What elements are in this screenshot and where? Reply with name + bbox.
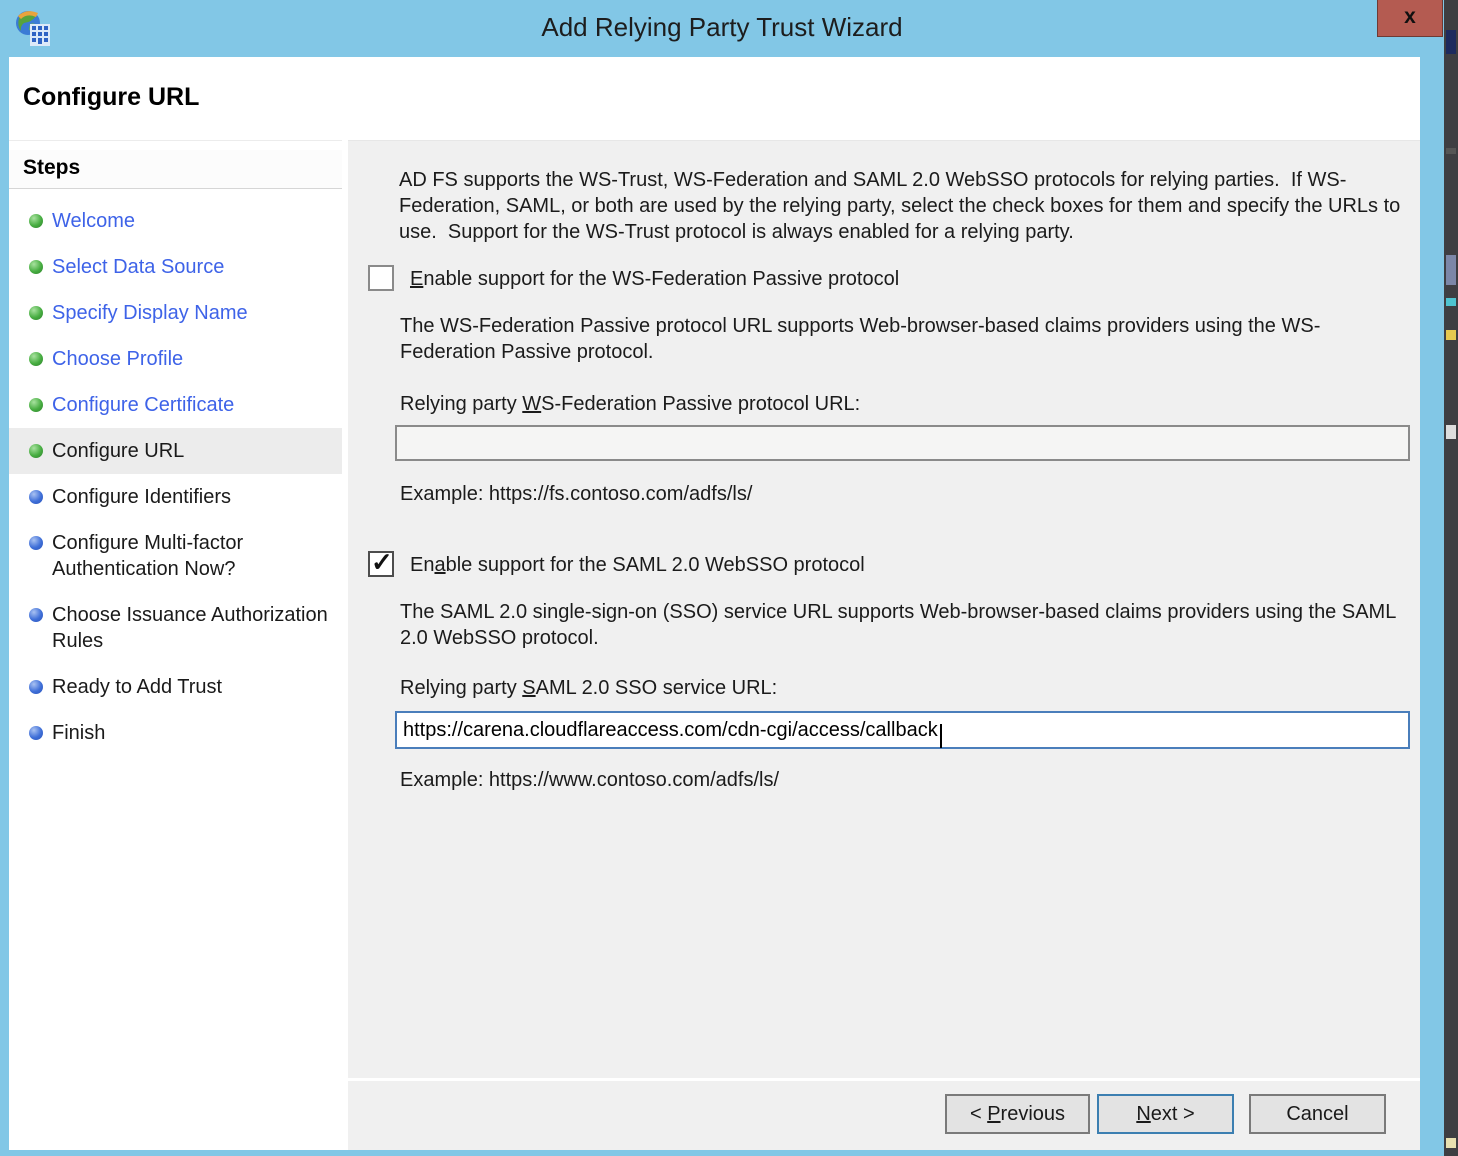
page-header: Configure URL: [9, 57, 1420, 140]
steps-heading: Steps: [9, 150, 342, 189]
saml-example-text: Example: https://www.contoso.com/adfs/ls…: [400, 767, 779, 793]
close-button[interactable]: x: [1377, 0, 1443, 37]
step-todo-bullet-icon: [29, 536, 43, 550]
page-title: Configure URL: [23, 83, 199, 112]
text-caret: [940, 724, 942, 748]
window-edge-fragment: [1446, 425, 1456, 439]
step-done-bullet-icon: [29, 214, 43, 228]
window-edge-fragment: [1446, 330, 1456, 340]
step-todo-bullet-icon: [29, 490, 43, 504]
step-ready-to-add-trust[interactable]: Ready to Add Trust: [9, 664, 342, 710]
step-welcome[interactable]: Welcome: [9, 198, 342, 244]
wsfed-url-input[interactable]: [395, 425, 1410, 461]
wsfed-checkbox-row: Enable support for the WS-Federation Pas…: [368, 265, 1368, 293]
saml-checkbox[interactable]: ✓: [368, 551, 394, 577]
steps-sidebar: Steps Welcome Select Data Source Specify…: [9, 140, 342, 1150]
window-title: Add Relying Party Trust Wizard: [0, 0, 1444, 57]
step-choose-issuance-rules[interactable]: Choose Issuance Authorization Rules: [9, 592, 342, 664]
wsfed-url-label: Relying party WS-Federation Passive prot…: [400, 391, 860, 417]
step-finish[interactable]: Finish: [9, 710, 342, 756]
window-edge-fragment: [1446, 1138, 1456, 1148]
step-done-bullet-icon: [29, 306, 43, 320]
background-window-edge: [1444, 0, 1458, 1156]
titlebar[interactable]: Add Relying Party Trust Wizard: [0, 0, 1444, 57]
saml-url-input[interactable]: https://carena.cloudflareaccess.com/cdn-…: [395, 711, 1410, 749]
checkmark-icon: ✓: [371, 549, 393, 575]
next-button[interactable]: Next >: [1097, 1094, 1234, 1134]
intro-text: AD FS supports the WS-Trust, WS-Federati…: [399, 167, 1411, 245]
saml-checkbox-label[interactable]: Enable support for the SAML 2.0 WebSSO p…: [410, 551, 865, 579]
step-todo-bullet-icon: [29, 680, 43, 694]
step-todo-bullet-icon: [29, 608, 43, 622]
window-edge-fragment: [1446, 298, 1456, 306]
wsfed-checkbox[interactable]: [368, 265, 394, 291]
saml-description: The SAML 2.0 single-sign-on (SSO) servic…: [400, 599, 1400, 651]
step-current-bullet-icon: [29, 444, 43, 458]
footer-button-bar: < Previous Next > Cancel: [348, 1081, 1420, 1150]
step-todo-bullet-icon: [29, 726, 43, 740]
step-specify-display-name[interactable]: Specify Display Name: [9, 290, 342, 336]
step-done-bullet-icon: [29, 352, 43, 366]
saml-checkbox-row: ✓ Enable support for the SAML 2.0 WebSSO…: [368, 551, 1368, 579]
window-edge-fragment: [1446, 148, 1456, 154]
screen: Add Relying Party Trust Wizard x Configu…: [0, 0, 1458, 1156]
configure-url-pane: AD FS supports the WS-Trust, WS-Federati…: [348, 140, 1420, 1078]
previous-button[interactable]: < Previous: [945, 1094, 1090, 1134]
step-done-bullet-icon: [29, 398, 43, 412]
step-select-data-source[interactable]: Select Data Source: [9, 244, 342, 290]
step-choose-profile[interactable]: Choose Profile: [9, 336, 342, 382]
cancel-button[interactable]: Cancel: [1249, 1094, 1386, 1134]
step-configure-url[interactable]: Configure URL: [9, 428, 342, 474]
wsfed-example-text: Example: https://fs.contoso.com/adfs/ls/: [400, 481, 752, 507]
wsfed-description: The WS-Federation Passive protocol URL s…: [400, 313, 1390, 365]
saml-url-label: Relying party SAML 2.0 SSO service URL:: [400, 675, 777, 701]
steps-list: Welcome Select Data Source Specify Displ…: [9, 198, 342, 756]
step-configure-mfa[interactable]: Configure Multi-factor Authentication No…: [9, 520, 342, 592]
window-edge-fragment: [1446, 255, 1456, 285]
step-done-bullet-icon: [29, 260, 43, 274]
wsfed-checkbox-label[interactable]: Enable support for the WS-Federation Pas…: [410, 265, 899, 293]
wizard-body: Configure URL Steps Welcome Select Data …: [9, 57, 1420, 1150]
step-configure-identifiers[interactable]: Configure Identifiers: [9, 474, 342, 520]
window-edge-fragment: [1446, 30, 1456, 54]
step-configure-certificate[interactable]: Configure Certificate: [9, 382, 342, 428]
